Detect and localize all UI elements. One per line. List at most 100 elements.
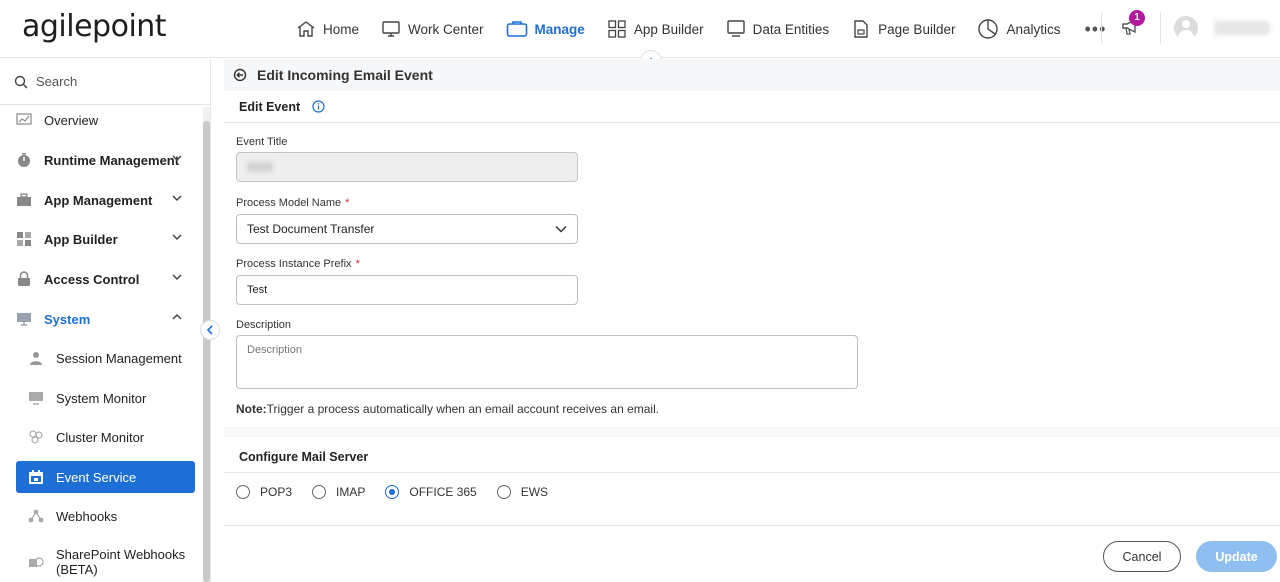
sidebar-item-session-management[interactable]: Session Management xyxy=(28,343,194,373)
grid-icon xyxy=(608,20,626,38)
sidebar-item-event-service[interactable]: Event Service xyxy=(16,461,195,493)
event-title-field: test xyxy=(236,152,578,182)
update-button[interactable]: Update xyxy=(1196,541,1277,572)
monitor-icon xyxy=(726,20,745,37)
notification-badge: 1 xyxy=(1129,10,1145,26)
grid-icon xyxy=(16,231,32,247)
sharepoint-icon xyxy=(28,555,44,571)
nav-manage[interactable]: Manage xyxy=(506,0,585,58)
chevron-down-icon xyxy=(172,155,182,162)
nav-analytics-label: Analytics xyxy=(1006,21,1061,37)
sidebar-item-label: (BETA) xyxy=(56,562,98,577)
section-divider xyxy=(224,427,1280,437)
radio-circle xyxy=(496,485,511,499)
nav-home[interactable]: Home xyxy=(296,0,359,58)
sidebar-item-app-builder[interactable]: App Builder xyxy=(16,224,194,254)
nav-home-label: Home xyxy=(323,21,360,37)
sidebar-item-label: Overview xyxy=(44,112,99,128)
radio-office-365[interactable]: OFFICE 365 xyxy=(385,485,477,499)
sidebar-item-label: Cluster Monitor xyxy=(56,429,145,445)
note-label: Note: xyxy=(236,402,267,416)
chart-icon xyxy=(16,112,32,128)
radio-label: EWS xyxy=(520,485,549,499)
sidebar-item-label: Access Control xyxy=(44,271,140,287)
mail-server-radio-group: POP3 IMAP OFFICE 365 EWS xyxy=(236,485,568,499)
sidebar-item-app-management[interactable]: App Management xyxy=(16,185,194,215)
nav-work-center[interactable]: Work Center xyxy=(381,0,484,58)
home-icon xyxy=(297,21,315,37)
chevron-down-icon xyxy=(172,274,182,281)
more-menu-button[interactable]: ••• xyxy=(1085,0,1107,58)
agilepoint-logo[interactable]: agilepoint xyxy=(22,9,167,44)
monitor-icon xyxy=(16,311,32,327)
search-icon xyxy=(14,75,28,89)
sidebar-item-system[interactable]: System xyxy=(16,304,194,334)
username[interactable]: developer xyxy=(1214,21,1270,35)
avatar[interactable] xyxy=(1174,16,1198,40)
user-icon xyxy=(28,350,44,366)
process-model-value: Test Document Transfer xyxy=(247,222,375,236)
section-title: Edit Event xyxy=(239,99,301,114)
sidebar: Search Overview Runtime Management App M… xyxy=(0,59,211,582)
chevron-up-icon xyxy=(172,313,182,320)
section-edit-event: Edit Event xyxy=(224,91,1280,123)
prefix-label-text: Process Instance Prefix xyxy=(236,258,352,270)
page-title: Edit Incoming Email Event xyxy=(257,67,433,83)
sidebar-search[interactable]: Search xyxy=(0,59,210,105)
nav-data-entities[interactable]: Data Entities xyxy=(726,0,830,58)
lock-icon xyxy=(16,271,32,287)
process-model-select[interactable]: Test Document Transfer xyxy=(236,214,578,244)
search-input[interactable]: Search xyxy=(36,74,77,89)
nav-page-builder[interactable]: Page Builder xyxy=(851,0,955,58)
sidebar-item-runtime-management[interactable]: Runtime Management xyxy=(16,145,194,175)
sidebar-item-label: App Management xyxy=(44,192,153,208)
description-label: Description xyxy=(236,319,292,331)
nav-app-builder[interactable]: App Builder xyxy=(607,0,704,58)
calendar-icon xyxy=(28,469,44,485)
section-configure-mail-server: Configure Mail Server xyxy=(224,441,1280,473)
radio-label: OFFICE 365 xyxy=(409,485,477,499)
sidebar-item-label: Runtime Management xyxy=(44,152,180,168)
nav-page-builder-label: Page Builder xyxy=(878,21,956,37)
briefcase-icon xyxy=(506,21,527,37)
radio-label: IMAP xyxy=(336,485,366,499)
sidebar-item-access-control[interactable]: Access Control xyxy=(16,264,194,294)
scrollbar-thumb[interactable] xyxy=(203,121,210,582)
radio-pop3[interactable]: POP3 xyxy=(236,485,292,499)
sidebar-item-sharepoint-webhooks[interactable]: SharePoint Webhooks (BETA) xyxy=(28,541,194,581)
required-mark: * xyxy=(355,258,360,270)
webhook-icon xyxy=(28,508,44,524)
radio-imap[interactable]: IMAP xyxy=(312,485,365,499)
sidebar-item-cluster-monitor[interactable]: Cluster Monitor xyxy=(28,422,194,452)
radio-circle xyxy=(236,485,250,499)
cluster-icon xyxy=(28,429,44,445)
main-content: Edit Incoming Email Event Edit Event Eve… xyxy=(224,59,1280,582)
radio-circle xyxy=(385,485,400,499)
description-textarea[interactable]: Description xyxy=(236,335,858,389)
prefix-input[interactable]: Test xyxy=(236,275,578,305)
nav-work-center-label: Work Center xyxy=(408,21,484,37)
sidebar-item-label: SharePoint Webhooks xyxy=(56,547,186,562)
sidebar-item-label: Event Service xyxy=(56,469,137,485)
footer-divider xyxy=(224,525,1280,526)
nav-manage-label: Manage xyxy=(534,21,585,37)
sidebar-item-label: Session Management xyxy=(56,350,182,366)
back-icon[interactable] xyxy=(233,68,247,82)
sidebar-item-webhooks[interactable]: Webhooks xyxy=(28,501,194,531)
radio-circle xyxy=(312,485,327,499)
cancel-button[interactable]: Cancel xyxy=(1103,541,1181,572)
chevron-down-icon xyxy=(555,225,567,233)
process-model-label: Process Model Name * xyxy=(236,197,349,209)
note-body: Trigger a process automatically when an … xyxy=(266,402,660,416)
radio-ews[interactable]: EWS xyxy=(496,485,549,499)
sidebar-item-system-monitor[interactable]: System Monitor xyxy=(28,383,194,413)
required-mark: * xyxy=(345,197,350,209)
collapse-sidebar-button[interactable] xyxy=(200,320,220,340)
sidebar-item-overview[interactable]: Overview xyxy=(16,105,194,135)
process-model-label-text: Process Model Name xyxy=(236,197,342,209)
prefix-value: Test xyxy=(247,284,268,296)
nav-analytics[interactable]: Analytics xyxy=(977,0,1061,58)
info-icon[interactable] xyxy=(312,100,325,113)
nav-app-builder-label: App Builder xyxy=(633,21,704,37)
nav-data-entities-label: Data Entities xyxy=(752,21,830,37)
